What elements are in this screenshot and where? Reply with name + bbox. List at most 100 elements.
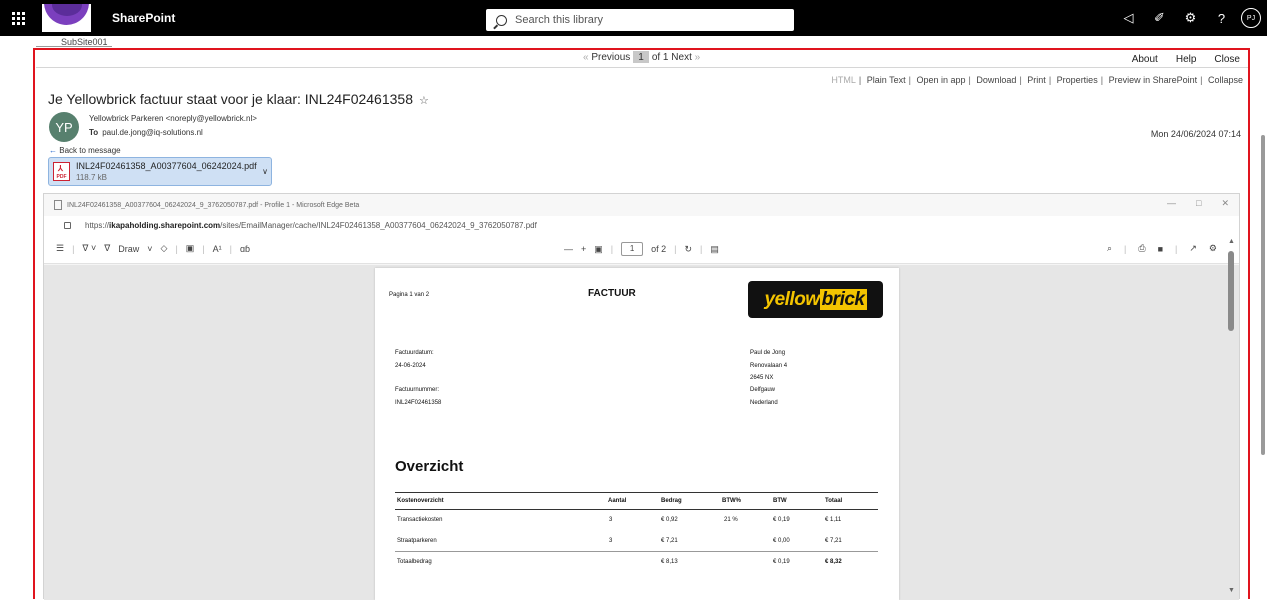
- suite-bar: SharePoint Search this library ◁ ✐ ⚙ ? P…: [0, 0, 1267, 36]
- url-host: ikapaholding.sharepoint.com: [109, 220, 221, 230]
- zoom-in-icon[interactable]: +: [581, 244, 586, 254]
- organization-logo[interactable]: [42, 4, 91, 32]
- search-icon: [496, 14, 507, 26]
- pdf-canvas[interactable]: Pagina 1 van 2 FACTUUR yellow brick Factu…: [44, 265, 1239, 600]
- maximize-icon[interactable]: □: [1196, 198, 1201, 209]
- number-label: Factuurnummer:: [395, 387, 440, 393]
- properties-link[interactable]: Properties: [1057, 75, 1098, 85]
- view-links: HTML | Plain Text | Open in app | Download |…: [831, 75, 1243, 85]
- app-brand[interactable]: SharePoint: [112, 11, 175, 25]
- help-link[interactable]: Help: [1176, 54, 1197, 65]
- browser-title-bar: INL24F02461358_A00377604_06242024_9_3762…: [44, 194, 1239, 216]
- section-title: Overzicht: [395, 458, 464, 475]
- text-box-icon[interactable]: ▣: [186, 243, 195, 254]
- about-link[interactable]: About: [1132, 54, 1158, 65]
- table-row: Transactiekosten 3 € 0,92 21 % € 0,19 € …: [397, 517, 842, 523]
- back-to-message[interactable]: ← Back to message: [49, 146, 121, 155]
- collapse-link[interactable]: Collapse: [1208, 75, 1243, 85]
- date-value: 24-06-2024: [395, 363, 426, 369]
- table-row: Straatparkeren 3 € 7,21 € 0,00 € 7,21: [395, 531, 878, 552]
- find-icon[interactable]: ⌕: [1107, 243, 1112, 254]
- table-header: BTW: [773, 498, 787, 504]
- eraser-icon[interactable]: ◇: [161, 243, 168, 254]
- fit-page-icon[interactable]: ▣: [594, 244, 603, 255]
- rotate-icon[interactable]: ↻: [684, 244, 692, 255]
- help-icon[interactable]: ?: [1206, 0, 1237, 36]
- table-header: BTW%: [722, 498, 741, 504]
- draw-button[interactable]: Draw: [118, 244, 139, 254]
- to-label: To: [89, 128, 99, 137]
- pdf-browser-window: INL24F02461358_A00377604_06242024_9_3762…: [43, 193, 1240, 600]
- plain-text-link[interactable]: Plain Text: [867, 75, 906, 85]
- pdf-scrollbar[interactable]: ▲ ▼: [1227, 238, 1235, 596]
- page-view-icon[interactable]: ▤: [710, 244, 719, 255]
- previous-link[interactable]: Previous: [591, 52, 630, 63]
- star-icon[interactable]: ☆: [419, 95, 429, 107]
- contents-icon[interactable]: ☰: [56, 243, 64, 254]
- table-header: Bedrag: [661, 498, 682, 504]
- document-icon: [54, 200, 62, 210]
- table-total-row: Totaalbedrag € 8,13 € 0,19 € 8,32: [397, 559, 842, 565]
- minimize-icon[interactable]: —: [1167, 198, 1176, 209]
- page-number-input[interactable]: 1: [621, 242, 644, 256]
- page-total: of 2: [651, 244, 667, 254]
- browser-title: INL24F02461358_A00377604_06242024_9_3762…: [67, 201, 360, 209]
- chevron-down-icon[interactable]: ˅: [147, 244, 152, 254]
- sender-avatar: YP: [49, 112, 79, 142]
- highlight-icon[interactable]: ∇ ˅: [82, 243, 96, 254]
- search-box[interactable]: Search this library: [486, 9, 794, 31]
- close-icon[interactable]: ✕: [1221, 198, 1229, 209]
- attachment-chip[interactable]: PDF INL24F02461358_A00377604_06242024.pd…: [48, 157, 272, 186]
- preview-sharepoint-link[interactable]: Preview in SharePoint: [1109, 75, 1198, 85]
- address-bar[interactable]: https://ikapaholding.sharepoint.com/site…: [44, 216, 1239, 234]
- settings-icon[interactable]: ⚙: [1209, 243, 1217, 254]
- page-scrollbar-thumb[interactable]: [1261, 135, 1265, 455]
- date-label: Factuurdatum:: [395, 350, 434, 356]
- scrollbar-thumb[interactable]: [1228, 251, 1234, 331]
- message-date: Mon 24/06/2024 07:14: [1150, 129, 1241, 139]
- close-link[interactable]: Close: [1214, 54, 1240, 65]
- message-subject: Je Yellowbrick factuur staat voor je kla…: [48, 91, 429, 107]
- address-line: Delfgauw: [750, 387, 776, 393]
- draw-icon[interactable]: ∇: [104, 243, 110, 254]
- recipient-address[interactable]: paul.de.jong@iq-solutions.nl: [102, 128, 203, 137]
- read-aloud-icon[interactable]: A¹: [213, 244, 222, 254]
- message-pager: « Previous 1 of 1 Next »: [583, 51, 700, 63]
- lock-icon[interactable]: [64, 221, 71, 229]
- back-arrow-icon: ←: [49, 146, 57, 155]
- address-line: 2645 NX: [750, 375, 774, 381]
- recipient-line: To paul.de.jong@iq-solutions.nl: [89, 128, 203, 137]
- open-in-app-link[interactable]: Open in app: [917, 75, 966, 85]
- fullscreen-icon[interactable]: ↗: [1189, 243, 1197, 254]
- pdf-file-icon: PDF: [53, 162, 70, 181]
- html-link[interactable]: HTML: [831, 75, 856, 85]
- pdf-toolbar: ☰ | ∇ ˅ ∇ Draw ˅ ◇ | ▣ | A¹ | ɑɓ — + ▣ | 1 of…: [44, 234, 1239, 264]
- feedback-icon[interactable]: ✐: [1144, 0, 1175, 36]
- save-icon[interactable]: ■: [1158, 244, 1163, 254]
- invoice-heading: FACTUUR: [588, 288, 636, 299]
- cost-table: Kostenoverzicht Aantal Bedrag BTW% BTW T…: [395, 492, 878, 573]
- download-link[interactable]: Download: [976, 75, 1016, 85]
- page-of-label: of 1: [651, 51, 669, 63]
- scroll-up-icon[interactable]: ▲: [1228, 238, 1235, 245]
- search-placeholder: Search this library: [515, 14, 604, 26]
- invoice-page: Pagina 1 van 2 FACTUUR yellow brick Factu…: [375, 268, 899, 600]
- app-launcher-icon[interactable]: [0, 0, 36, 36]
- user-avatar[interactable]: PJ: [1241, 8, 1261, 28]
- translate-icon[interactable]: ɑɓ: [240, 244, 250, 254]
- zoom-out-icon[interactable]: —: [564, 244, 573, 254]
- sender-address[interactable]: Yellowbrick Parkeren <noreply@yellowbric…: [89, 114, 257, 123]
- print-icon[interactable]: ⎙: [1138, 243, 1145, 254]
- page-number[interactable]: 1: [633, 51, 649, 63]
- pager-divider: [36, 67, 1248, 68]
- scroll-down-icon[interactable]: ▼: [1228, 587, 1235, 594]
- next-link[interactable]: Next: [671, 52, 692, 63]
- previous-arrow-icon: «: [583, 51, 592, 63]
- table-header-row: Kostenoverzicht Aantal Bedrag BTW% BTW T…: [395, 492, 878, 510]
- gear-icon[interactable]: ⚙: [1175, 0, 1206, 36]
- chevron-down-icon[interactable]: ∨: [262, 167, 268, 176]
- next-arrow-icon: »: [691, 51, 701, 63]
- megaphone-icon[interactable]: ◁: [1113, 0, 1144, 36]
- print-link[interactable]: Print: [1027, 75, 1046, 85]
- page-scrollbar[interactable]: [1261, 125, 1265, 595]
